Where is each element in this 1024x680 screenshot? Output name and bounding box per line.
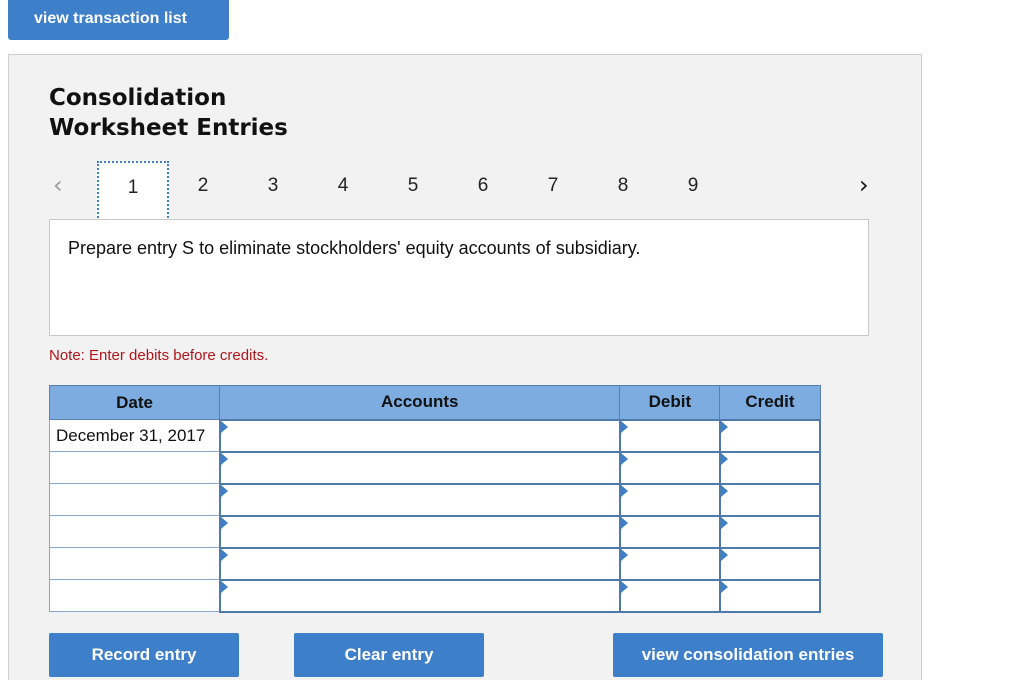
dropdown-marker-icon	[220, 484, 228, 497]
credit-input[interactable]	[718, 546, 822, 581]
page-8-tab[interactable]: 8	[603, 175, 643, 197]
table-row	[48, 514, 822, 549]
dropdown-marker-icon	[620, 580, 628, 593]
date-cell	[48, 547, 221, 580]
worksheet-panel: Consolidation Worksheet Entries ‹ 1 2 3 …	[8, 54, 922, 680]
account-input[interactable]	[218, 578, 621, 613]
credit-input[interactable]	[718, 482, 822, 517]
title-line-2: Worksheet Entries	[49, 115, 288, 141]
dropdown-marker-icon	[620, 452, 628, 465]
date-cell	[48, 579, 221, 612]
debit-input[interactable]	[618, 578, 721, 613]
date-cell	[48, 451, 221, 484]
dropdown-marker-icon	[720, 452, 728, 465]
page-7-tab[interactable]: 7	[533, 175, 573, 197]
view-consolidation-entries-button[interactable]: view consolidation entries	[613, 633, 883, 677]
dropdown-marker-icon	[620, 548, 628, 561]
table-row	[48, 578, 822, 613]
dropdown-marker-icon	[720, 548, 728, 561]
page-5-tab[interactable]: 5	[393, 175, 433, 197]
debit-input[interactable]	[618, 450, 721, 485]
page-1-tab[interactable]: 1	[97, 161, 169, 221]
account-input[interactable]	[218, 482, 621, 517]
table-row	[48, 450, 822, 485]
dropdown-marker-icon	[220, 452, 228, 465]
dropdown-marker-icon	[620, 484, 628, 497]
credit-input[interactable]	[718, 578, 822, 613]
page-2-tab[interactable]: 2	[183, 175, 223, 197]
dropdown-marker-icon	[220, 420, 228, 433]
debit-input[interactable]	[618, 514, 721, 549]
dropdown-marker-icon	[720, 516, 728, 529]
credit-header: Credit	[719, 385, 821, 420]
table-row: December 31, 2017	[48, 418, 822, 453]
date-header: Date	[48, 385, 221, 420]
page-9-tab[interactable]: 9	[673, 175, 713, 197]
dropdown-marker-icon	[720, 420, 728, 433]
chevron-left-icon[interactable]: ‹	[53, 171, 63, 199]
record-entry-button[interactable]: Record entry	[49, 633, 239, 677]
instruction-box: Prepare entry S to eliminate stockholder…	[49, 219, 869, 336]
dropdown-marker-icon	[220, 548, 228, 561]
dropdown-marker-icon	[220, 516, 228, 529]
dropdown-marker-icon	[720, 484, 728, 497]
account-input[interactable]	[218, 450, 621, 485]
date-cell	[48, 515, 221, 548]
dropdown-marker-icon	[620, 516, 628, 529]
debit-header: Debit	[619, 385, 721, 420]
accounts-header: Accounts	[219, 385, 621, 420]
page-6-tab[interactable]: 6	[463, 175, 503, 197]
dropdown-marker-icon	[220, 580, 228, 593]
view-transaction-list-button[interactable]: view transaction list	[8, 0, 229, 40]
account-input[interactable]	[218, 546, 621, 581]
date-cell	[48, 483, 221, 516]
account-input[interactable]	[218, 514, 621, 549]
table-row	[48, 546, 822, 581]
page-title: Consolidation Worksheet Entries	[49, 83, 369, 143]
dropdown-marker-icon	[720, 580, 728, 593]
debit-input[interactable]	[618, 418, 721, 453]
credit-input[interactable]	[718, 450, 822, 485]
credit-input[interactable]	[718, 514, 822, 549]
table-row	[48, 482, 822, 517]
chevron-right-icon[interactable]: ›	[859, 171, 869, 199]
debit-input[interactable]	[618, 482, 721, 517]
journal-entry-table: Date Accounts Debit Credit December 31, …	[48, 385, 822, 613]
entry-note: Note: Enter debits before credits.	[49, 347, 269, 364]
clear-entry-button[interactable]: Clear entry	[294, 633, 484, 677]
account-input[interactable]	[218, 418, 621, 453]
date-cell: December 31, 2017	[48, 419, 221, 452]
page-3-tab[interactable]: 3	[253, 175, 293, 197]
title-line-1: Consolidation	[49, 85, 227, 111]
debit-input[interactable]	[618, 546, 721, 581]
dropdown-marker-icon	[620, 420, 628, 433]
instruction-text: Prepare entry S to eliminate stockholder…	[68, 238, 641, 258]
page-4-tab[interactable]: 4	[323, 175, 363, 197]
table-header-row: Date Accounts Debit Credit	[48, 385, 821, 420]
credit-input[interactable]	[718, 418, 822, 453]
entry-pager: ‹ 1 2 3 4 5 6 7 8 9 ›	[49, 161, 889, 221]
